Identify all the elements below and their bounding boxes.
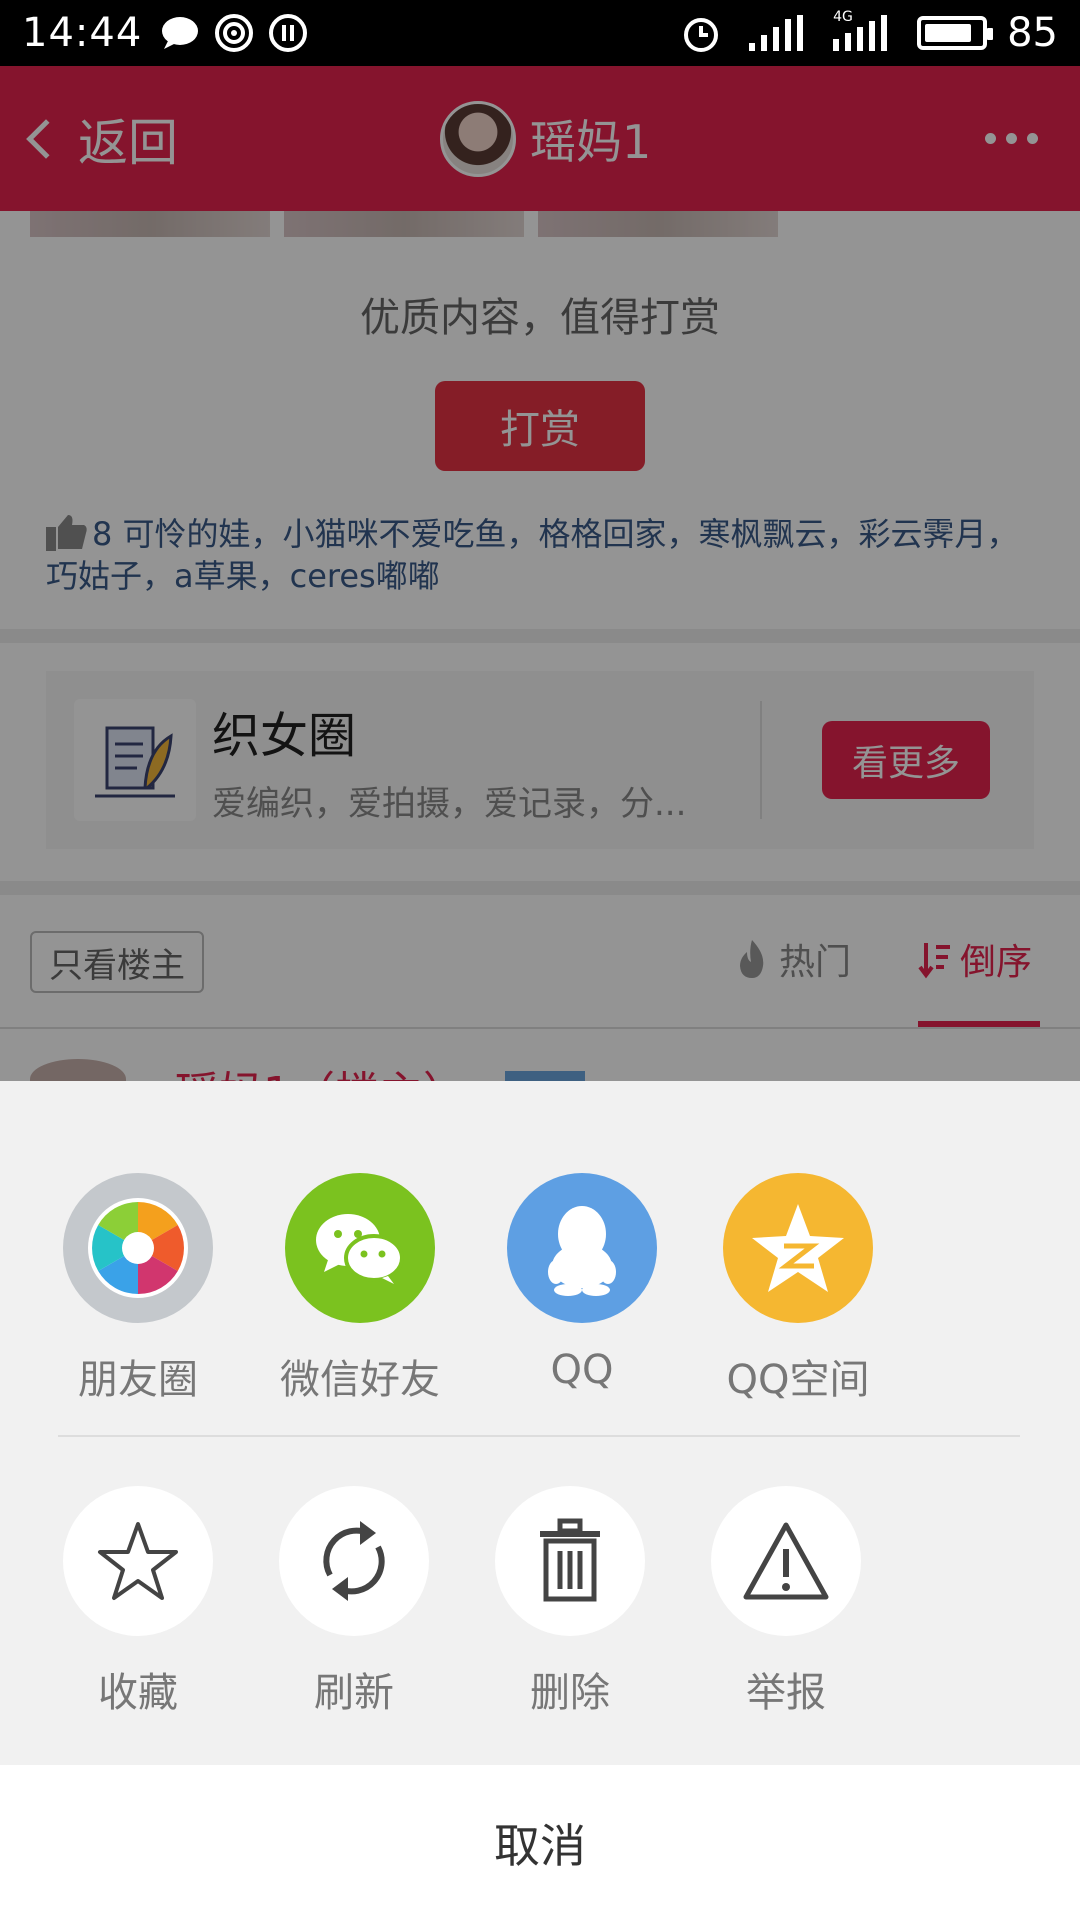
delete-label: 删除 — [530, 1670, 610, 1716]
report-label: 举报 — [746, 1670, 826, 1716]
modal-overlay[interactable] — [0, 66, 1080, 1081]
battery-icon — [917, 16, 994, 50]
refresh-icon — [279, 1486, 429, 1636]
share-qzone-label: QQ空间 — [726, 1357, 870, 1403]
share-qq-label: QQ — [550, 1347, 614, 1393]
warning-icon — [711, 1486, 861, 1636]
alarm-icon — [681, 13, 721, 53]
star-icon — [63, 1486, 213, 1636]
refresh-label: 刷新 — [314, 1670, 394, 1716]
share-wechat-label: 微信好友 — [280, 1357, 440, 1403]
share-wechat-button[interactable]: 微信好友 — [280, 1173, 440, 1405]
delete-button[interactable]: 删除 — [495, 1486, 645, 1718]
share-moments-button[interactable]: 朋友圈 — [63, 1173, 213, 1405]
qq-icon — [507, 1173, 657, 1323]
cancel-button[interactable]: 取消 — [0, 1765, 1080, 1920]
message-icon — [160, 15, 200, 51]
refresh-button[interactable]: 刷新 — [279, 1486, 429, 1718]
share-sheet: 朋友圈 微信好友 QQ QQ空间 收藏 刷新 删除 举报 — [0, 1081, 1080, 1765]
status-time: 14:44 — [22, 10, 143, 56]
report-button[interactable]: 举报 — [711, 1486, 861, 1718]
battery-level: 85 — [1007, 10, 1058, 56]
signal-4g-icon: 4G — [833, 9, 889, 51]
share-qq-button[interactable]: QQ — [507, 1173, 657, 1393]
favorite-button[interactable]: 收藏 — [63, 1486, 213, 1718]
sheet-divider — [58, 1435, 1020, 1437]
signal-icon — [749, 15, 805, 51]
hotspot-icon — [214, 13, 254, 53]
favorite-label: 收藏 — [98, 1670, 178, 1716]
moments-icon — [63, 1173, 213, 1323]
trash-icon — [495, 1486, 645, 1636]
status-bar: 14:44 4G 85 — [0, 0, 1080, 66]
share-qzone-button[interactable]: QQ空间 — [723, 1173, 873, 1405]
wechat-icon — [285, 1173, 435, 1323]
qzone-icon — [723, 1173, 873, 1323]
network-type: 4G — [833, 9, 853, 25]
pause-icon — [268, 13, 308, 53]
share-moments-label: 朋友圈 — [78, 1357, 198, 1403]
